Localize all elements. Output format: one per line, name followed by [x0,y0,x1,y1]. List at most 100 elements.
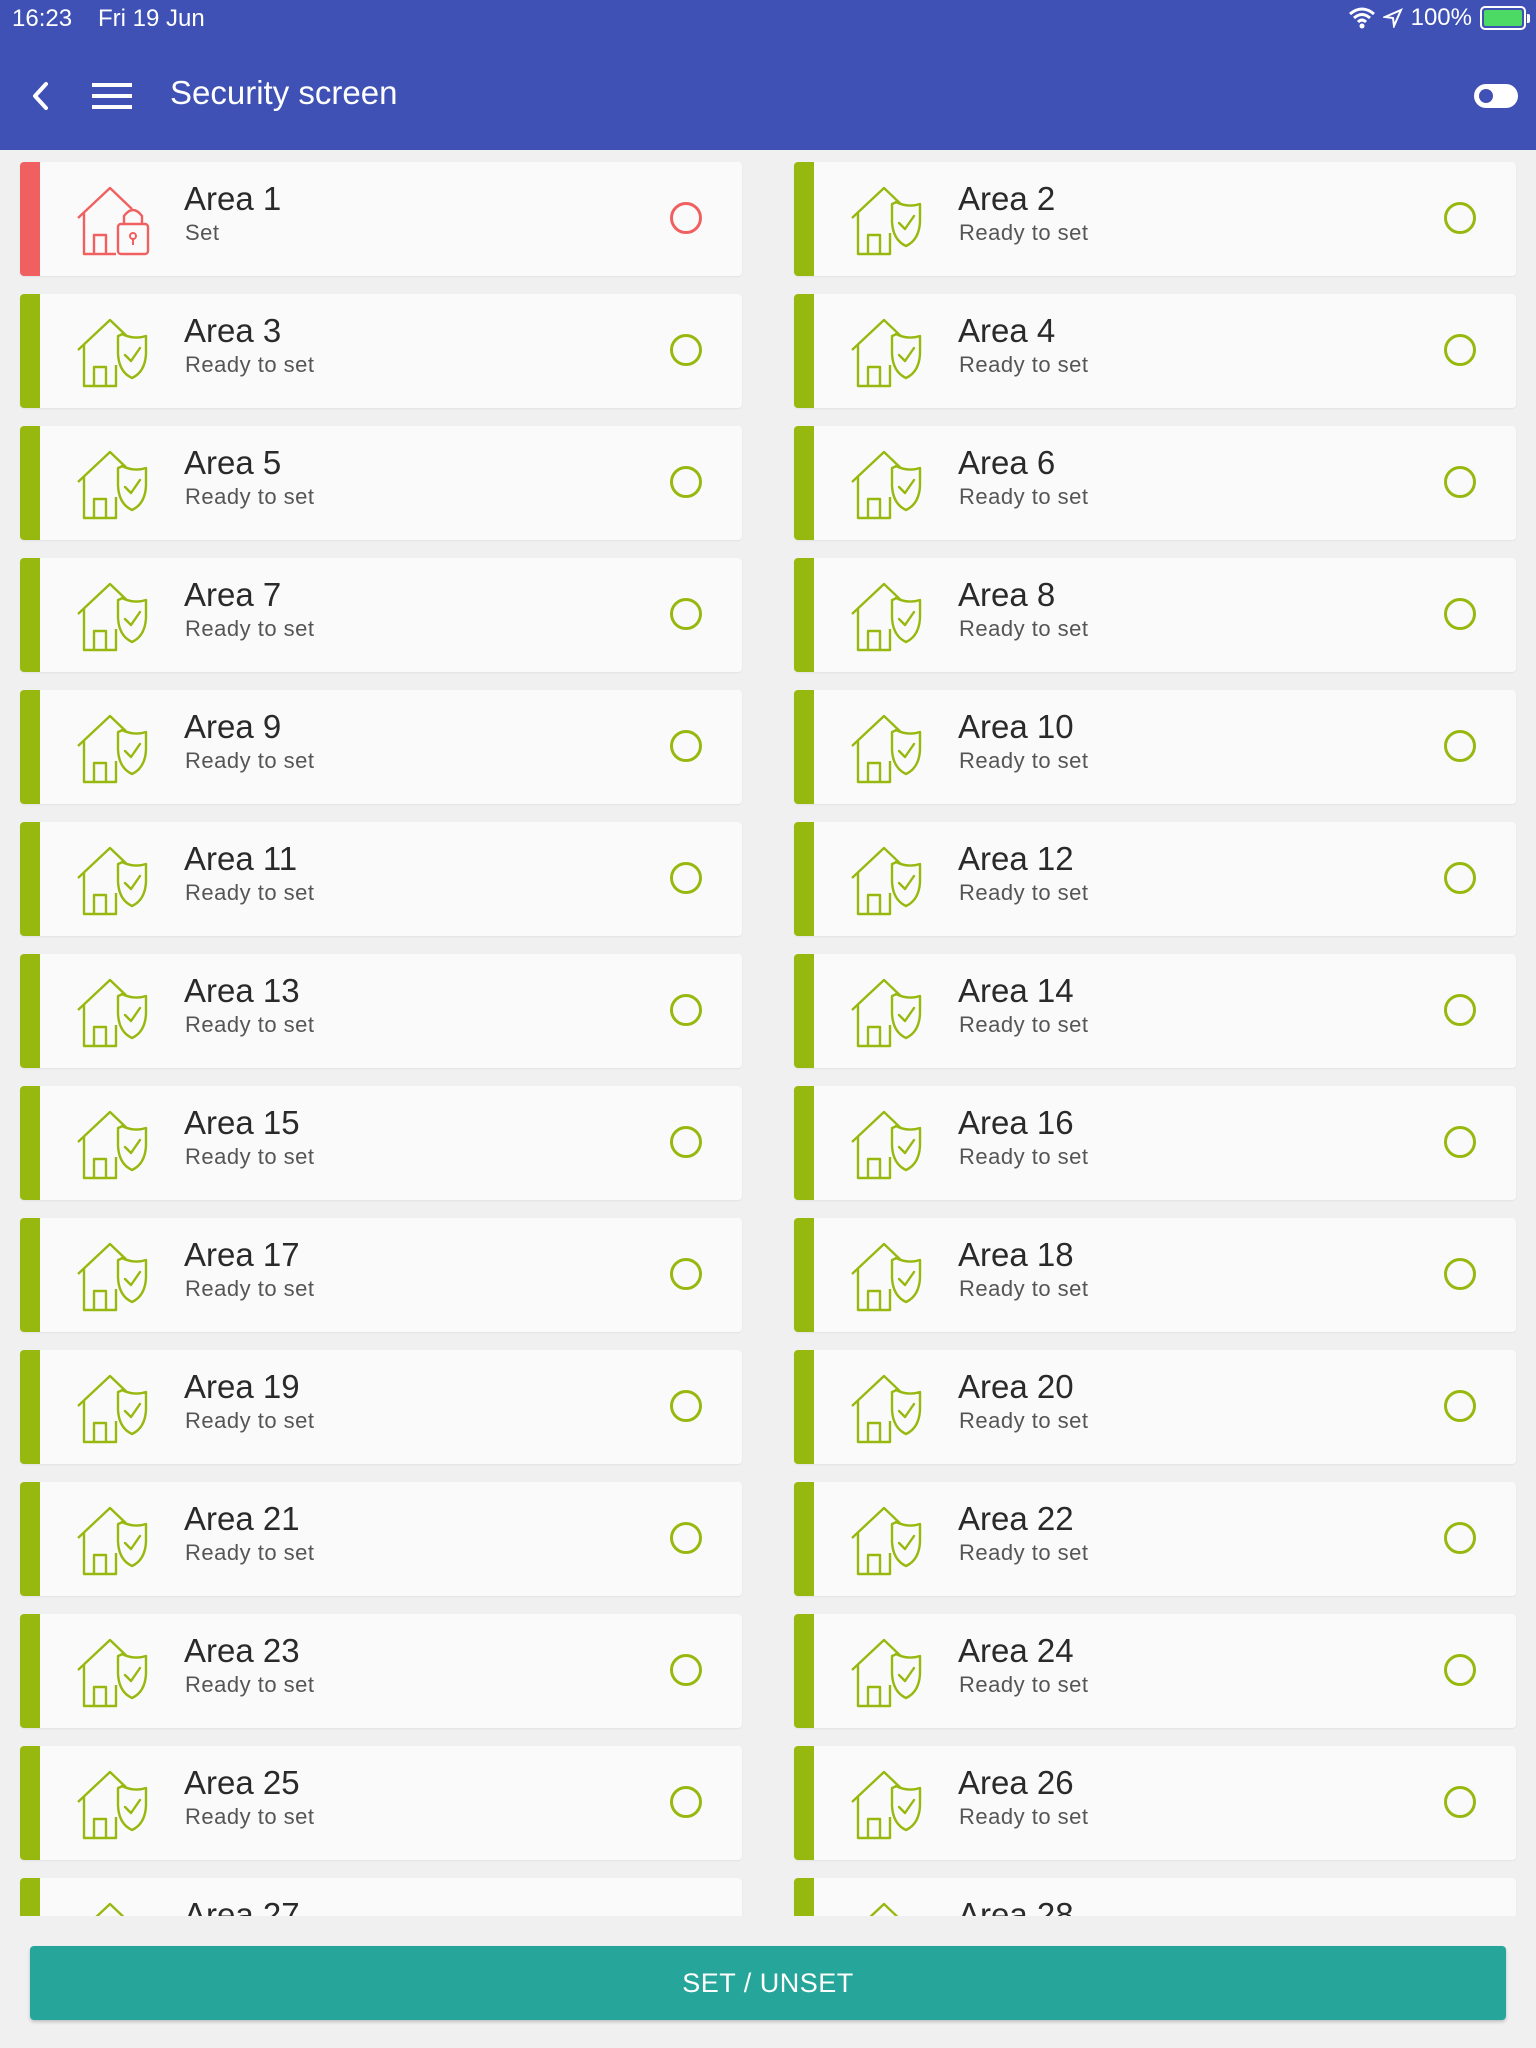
area-select-radio[interactable] [670,862,702,894]
status-bar-indicator [794,426,814,540]
area-select-radio[interactable] [670,334,702,366]
area-name: Area 6 [958,444,1056,481]
area-select-radio[interactable] [1444,1258,1476,1290]
house-shield-icon [851,714,922,784]
area-select-radio[interactable] [670,730,702,762]
area-status: Ready to set [959,1672,1089,1697]
menu-button[interactable] [88,76,136,116]
area-card[interactable]: Area 20 Ready to set [794,1350,1516,1464]
area-card[interactable]: Area 28 [794,1878,1516,1916]
area-name: Area 3 [184,312,282,349]
house-shield-icon [77,1638,148,1708]
area-card[interactable]: Area 4 Ready to set [794,294,1516,408]
area-card[interactable]: Area 5 Ready to set [20,426,742,540]
area-select-radio[interactable] [670,1522,702,1554]
area-card[interactable]: Area 25 Ready to set [20,1746,742,1860]
house-shield-icon [77,1110,148,1180]
area-status: Ready to set [959,1540,1089,1565]
area-select-radio[interactable] [670,598,702,630]
status-bar-indicator [20,1614,40,1728]
area-card[interactable]: Area 9 Ready to set [20,690,742,804]
area-name: Area 19 [184,1368,300,1405]
area-card[interactable]: Area 1 Set [20,162,742,276]
area-select-radio[interactable] [670,466,702,498]
house-shield-icon [851,450,922,520]
area-card[interactable]: Area 26 Ready to set [794,1746,1516,1860]
area-card[interactable]: Area 19 Ready to set [20,1350,742,1464]
area-card[interactable]: Area 12 Ready to set [794,822,1516,936]
area-card[interactable]: Area 2 Ready to set [794,162,1516,276]
battery-tip [1527,14,1530,23]
area-select-radio[interactable] [1444,466,1476,498]
house-shield-icon [851,1506,922,1576]
area-card[interactable]: Area 7 Ready to set [20,558,742,672]
area-name: Area 22 [958,1500,1074,1537]
area-select-radio[interactable] [670,1258,702,1290]
house-shield-icon [851,582,922,652]
app-bar: 16:23 Fri 19 Jun 100% Security screen [0,0,1536,150]
area-card[interactable]: Area 3 Ready to set [20,294,742,408]
area-name: Area 17 [184,1236,300,1273]
area-card[interactable]: Area 6 Ready to set [794,426,1516,540]
status-bar-indicator [794,954,814,1068]
area-select-radio[interactable] [1444,334,1476,366]
area-name: Area 13 [184,972,300,1009]
area-card[interactable]: Area 14 Ready to set [794,954,1516,1068]
area-name: Area 18 [958,1236,1074,1273]
house-shield-icon [95,1902,125,1916]
set-unset-button[interactable]: SET / UNSET [30,1946,1506,2020]
area-status: Ready to set [959,220,1089,245]
area-name: Area 28 [958,1896,1074,1916]
area-select-radio[interactable] [670,1786,702,1818]
area-status: Ready to set [185,880,315,905]
area-card[interactable]: Area 11 Ready to set [20,822,742,936]
area-select-radio[interactable] [1444,1126,1476,1158]
area-grid: Area 1 Set Area 2 Ready to set Area 3 Re… [20,162,1516,1916]
back-button[interactable] [20,76,60,116]
area-select-radio[interactable] [670,1126,702,1158]
area-card[interactable]: Area 23 Ready to set [20,1614,742,1728]
area-select-radio[interactable] [1444,202,1476,234]
area-card[interactable]: Area 18 Ready to set [794,1218,1516,1332]
area-select-radio[interactable] [1444,598,1476,630]
house-shield-icon [77,1374,148,1444]
house-shield-icon [77,846,148,916]
area-name: Area 23 [184,1632,300,1669]
area-name: Area 4 [958,312,1056,349]
house-shield-icon [851,1242,922,1312]
area-card[interactable]: Area 10 Ready to set [794,690,1516,804]
area-select-radio[interactable] [1444,1522,1476,1554]
area-card[interactable]: Area 24 Ready to set [794,1614,1516,1728]
area-status: Ready to set [959,484,1089,509]
status-bar-indicator [794,1086,814,1200]
area-card[interactable]: Area 22 Ready to set [794,1482,1516,1596]
area-select-radio[interactable] [670,994,702,1026]
status-bar-indicator [794,690,814,804]
area-card[interactable]: Area 16 Ready to set [794,1086,1516,1200]
area-list[interactable]: Area 1 Set Area 2 Ready to set Area 3 Re… [0,152,1536,1916]
area-card[interactable]: Area 8 Ready to set [794,558,1516,672]
area-card[interactable]: Area 17 Ready to set [20,1218,742,1332]
area-name: Area 26 [958,1764,1074,1801]
area-select-radio[interactable] [1444,1786,1476,1818]
area-card[interactable]: Area 13 Ready to set [20,954,742,1068]
status-bar-indicator [20,690,40,804]
status-bar-indicator [20,1878,40,1916]
area-card[interactable]: Area 21 Ready to set [20,1482,742,1596]
area-select-radio[interactable] [1444,1390,1476,1422]
area-select-radio[interactable] [1444,862,1476,894]
area-select-radio[interactable] [1444,994,1476,1026]
area-card[interactable]: Area 27 [20,1878,742,1916]
area-select-radio[interactable] [1444,730,1476,762]
area-select-radio[interactable] [670,202,702,234]
area-select-radio[interactable] [670,1390,702,1422]
house-shield-icon [851,1110,922,1180]
area-select-radio[interactable] [670,1654,702,1686]
house-shield-icon [77,582,148,652]
status-bar-indicator [794,1614,814,1728]
mode-toggle[interactable] [1474,84,1518,108]
house-shield-icon [77,1242,148,1312]
area-card[interactable]: Area 15 Ready to set [20,1086,742,1200]
area-select-radio[interactable] [1444,1654,1476,1686]
area-name: Area 11 [184,840,298,877]
